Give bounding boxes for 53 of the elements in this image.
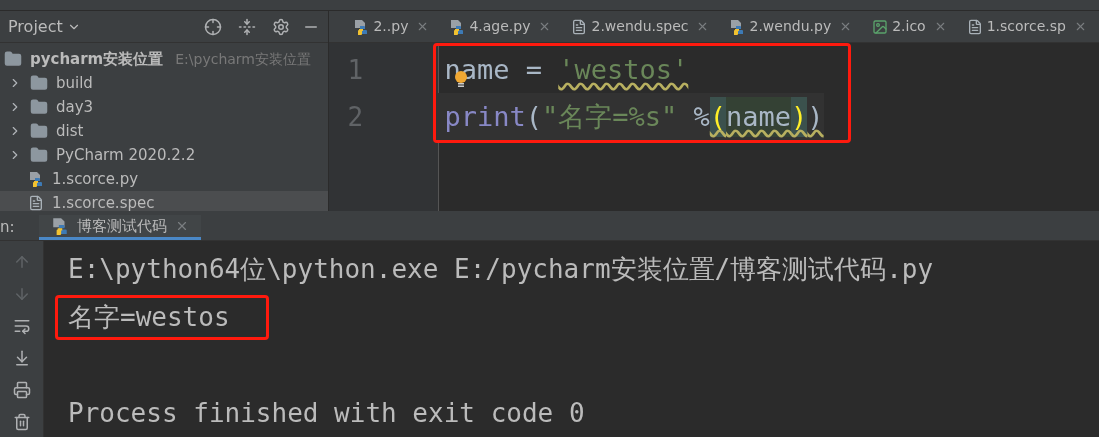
tab-label: 2.ico xyxy=(892,17,926,37)
tab-label: 2..py xyxy=(373,17,409,37)
image-file-icon xyxy=(872,18,889,35)
tree-item-label: dist xyxy=(56,121,84,143)
python-file-icon xyxy=(729,18,746,35)
folder-icon xyxy=(4,50,22,69)
tree-item[interactable]: 1.scorce.spec xyxy=(0,191,329,212)
folder-icon xyxy=(30,122,48,141)
python-file-icon xyxy=(28,171,44,188)
tree-item[interactable]: build xyxy=(0,71,329,96)
python-file-icon xyxy=(50,216,69,235)
text-file-icon xyxy=(28,195,44,212)
text-file-icon xyxy=(966,18,983,35)
folder-icon xyxy=(30,74,48,93)
tree-item-label: 1.scorce.py xyxy=(52,169,139,191)
tab-label: 4.age.py xyxy=(469,17,531,37)
text-file-icon xyxy=(571,18,588,35)
panel-label: n: xyxy=(0,217,15,238)
folder-icon xyxy=(30,98,48,117)
project-view-dropdown[interactable]: Project xyxy=(8,14,81,39)
console-line: E:\python64位\python.exe E:/pycharm安装位置/博客测试代码.py xyxy=(68,252,934,286)
collapse-icon[interactable] xyxy=(238,17,257,36)
tree-item[interactable]: pycharm安装位置 E:\pycharm安装位置 xyxy=(0,47,329,72)
tree-item-label: day3 xyxy=(56,97,94,119)
locate-icon[interactable] xyxy=(204,17,223,36)
tab-label: 2.wendu.spec xyxy=(591,17,689,37)
editor-tab[interactable]: 2.wendu.py xyxy=(721,11,861,43)
tree-item-label: PyCharm 2020.2.2 xyxy=(56,145,196,167)
trash-icon[interactable] xyxy=(12,413,31,431)
python-file-icon xyxy=(353,18,370,35)
tree-item-path: E:\pycharm安装位置 xyxy=(175,49,311,69)
soft-wrap-icon[interactable] xyxy=(12,317,31,335)
console-line: Process finished with exit code 0 xyxy=(68,396,585,430)
print-icon[interactable] xyxy=(12,381,31,399)
settings-icon[interactable] xyxy=(272,17,291,36)
folder-icon xyxy=(30,146,48,165)
python-file-icon xyxy=(449,18,466,35)
editor-tab[interactable]: 4.age.py xyxy=(441,11,560,43)
editor-tab[interactable]: 2..py xyxy=(345,11,438,43)
tree-item[interactable]: 1.scorce.py xyxy=(0,167,329,192)
editor-tab[interactable]: 2.ico xyxy=(864,11,955,43)
editor-tab[interactable]: 2.wendu.spec xyxy=(563,11,718,43)
tree-item[interactable]: dist xyxy=(0,119,329,144)
tab-label: 2.wendu.py xyxy=(749,17,832,37)
run-tab[interactable]: 博客测试代码 xyxy=(38,214,201,240)
tree-item-label: pycharm安装位置 xyxy=(30,49,164,71)
tree-item-label: build xyxy=(56,73,93,95)
tab-label: 博客测试代码 xyxy=(76,215,167,237)
tree-item[interactable]: day3 xyxy=(0,95,329,120)
tree-item-label: 1.scorce.spec xyxy=(52,193,155,212)
editor-tab[interactable]: 1.scorce.sp xyxy=(958,11,1095,43)
tree-item[interactable]: PyCharm 2020.2.2 xyxy=(0,143,329,168)
tab-label: 1.scorce.sp xyxy=(986,17,1066,37)
